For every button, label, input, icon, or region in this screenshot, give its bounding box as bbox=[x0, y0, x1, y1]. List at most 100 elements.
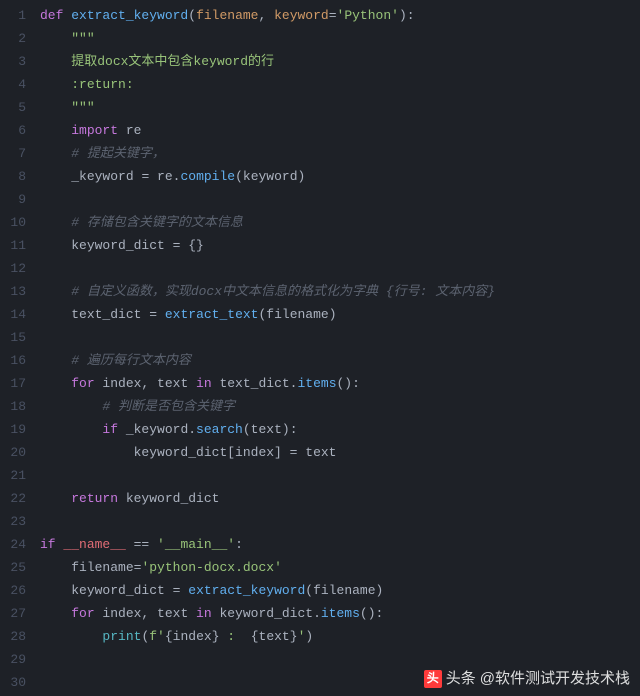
code-token: {} bbox=[180, 238, 203, 253]
code-line: :return: bbox=[40, 73, 640, 96]
code-token: in bbox=[196, 606, 212, 621]
code-editor: 1234567891011121314151617181920212223242… bbox=[0, 0, 640, 694]
code-token: index, text bbox=[95, 606, 196, 621]
watermark-prefix: 头条 bbox=[446, 667, 476, 690]
code-token: for bbox=[71, 376, 94, 391]
line-number: 24 bbox=[0, 533, 26, 556]
code-token: keyword_dict bbox=[118, 491, 219, 506]
line-number: 22 bbox=[0, 487, 26, 510]
line-number: 27 bbox=[0, 602, 26, 625]
code-token: ( bbox=[243, 422, 251, 437]
code-token: ( bbox=[188, 8, 196, 23]
code-token bbox=[40, 31, 71, 46]
line-number: 26 bbox=[0, 579, 26, 602]
code-token: filename bbox=[266, 307, 328, 322]
code-token: keyword_dict. bbox=[212, 606, 321, 621]
code-line: keyword_dict = extract_keyword(filename) bbox=[40, 579, 640, 602]
code-line bbox=[40, 510, 640, 533]
code-token: text bbox=[259, 629, 290, 644]
code-token: } bbox=[212, 629, 220, 644]
code-token: = bbox=[149, 307, 157, 322]
code-token: = bbox=[329, 8, 337, 23]
code-token: index, text bbox=[95, 376, 196, 391]
code-line: def extract_keyword(filename, keyword='P… bbox=[40, 4, 640, 27]
code-token: ): bbox=[282, 422, 298, 437]
code-line: print(f'{index} : {text}') bbox=[40, 625, 640, 648]
code-line: """ bbox=[40, 27, 640, 50]
code-token: ( bbox=[305, 583, 313, 598]
code-token: text bbox=[251, 422, 282, 437]
code-token: text bbox=[297, 445, 336, 460]
code-token bbox=[40, 284, 71, 299]
code-token: items bbox=[297, 376, 336, 391]
code-token: # 存储包含关键字的文本信息 bbox=[71, 215, 243, 230]
code-token: extract_keyword bbox=[188, 583, 305, 598]
code-token bbox=[40, 77, 71, 92]
line-number: 2 bbox=[0, 27, 26, 50]
code-token: import bbox=[71, 123, 118, 138]
line-number: 16 bbox=[0, 349, 26, 372]
code-line: """ bbox=[40, 96, 640, 119]
line-number: 3 bbox=[0, 50, 26, 73]
line-number: 21 bbox=[0, 464, 26, 487]
code-line bbox=[40, 188, 640, 211]
code-token: print bbox=[102, 629, 141, 644]
code-token: : bbox=[235, 537, 243, 552]
code-token bbox=[40, 491, 71, 506]
code-token: keyword bbox=[243, 169, 298, 184]
code-token: _keyword bbox=[71, 169, 141, 184]
code-token: if bbox=[102, 422, 118, 437]
code-token: index bbox=[173, 629, 212, 644]
watermark-icon: 头 bbox=[424, 670, 442, 688]
line-number: 25 bbox=[0, 556, 26, 579]
code-token: keyword bbox=[274, 8, 329, 23]
line-number: 17 bbox=[0, 372, 26, 395]
code-token: extract_text bbox=[165, 307, 259, 322]
code-token: re. bbox=[149, 169, 180, 184]
line-number: 20 bbox=[0, 441, 26, 464]
code-token: """ bbox=[71, 31, 94, 46]
line-number: 11 bbox=[0, 234, 26, 257]
line-number: 29 bbox=[0, 648, 26, 671]
line-number: 6 bbox=[0, 119, 26, 142]
code-token bbox=[157, 307, 165, 322]
code-token: keyword_dict[index] bbox=[134, 445, 290, 460]
code-token: , bbox=[258, 8, 274, 23]
code-token: keyword_dict bbox=[71, 583, 172, 598]
code-token: 'Python' bbox=[337, 8, 399, 23]
code-token: 提取docx文本中包含keyword的行 bbox=[71, 54, 274, 69]
code-line: return keyword_dict bbox=[40, 487, 640, 510]
code-token: """ bbox=[71, 100, 94, 115]
code-token bbox=[40, 445, 134, 460]
code-token bbox=[40, 629, 102, 644]
line-number: 28 bbox=[0, 625, 26, 648]
code-token: ( bbox=[235, 169, 243, 184]
line-number: 30 bbox=[0, 671, 26, 694]
watermark: 头 头条 @软件测试开发技术栈 bbox=[424, 667, 630, 690]
line-number: 1 bbox=[0, 4, 26, 27]
code-line bbox=[40, 464, 640, 487]
code-token: 'python-docx.docx' bbox=[141, 560, 281, 575]
code-token: filename bbox=[196, 8, 258, 23]
code-line: # 存储包含关键字的文本信息 bbox=[40, 211, 640, 234]
code-token bbox=[40, 215, 71, 230]
code-line: _keyword = re.compile(keyword) bbox=[40, 165, 640, 188]
code-token bbox=[40, 54, 71, 69]
code-line: # 遍历每行文本内容 bbox=[40, 349, 640, 372]
code-token: :return: bbox=[71, 77, 133, 92]
code-token: compile bbox=[180, 169, 235, 184]
code-token: : bbox=[220, 629, 251, 644]
code-token: text_dict. bbox=[212, 376, 298, 391]
line-number: 14 bbox=[0, 303, 26, 326]
code-line: if __name__ == '__main__': bbox=[40, 533, 640, 556]
code-token: # 自定义函数，实现docx中文本信息的格式化为字典 {行号: 文本内容} bbox=[71, 284, 495, 299]
code-line bbox=[40, 326, 640, 349]
line-number: 7 bbox=[0, 142, 26, 165]
line-number: 15 bbox=[0, 326, 26, 349]
code-token bbox=[149, 537, 157, 552]
code-token: (): bbox=[337, 376, 360, 391]
code-line: for index, text in keyword_dict.items(): bbox=[40, 602, 640, 625]
code-token: for bbox=[71, 606, 94, 621]
code-token: { bbox=[165, 629, 173, 644]
code-token bbox=[40, 376, 71, 391]
